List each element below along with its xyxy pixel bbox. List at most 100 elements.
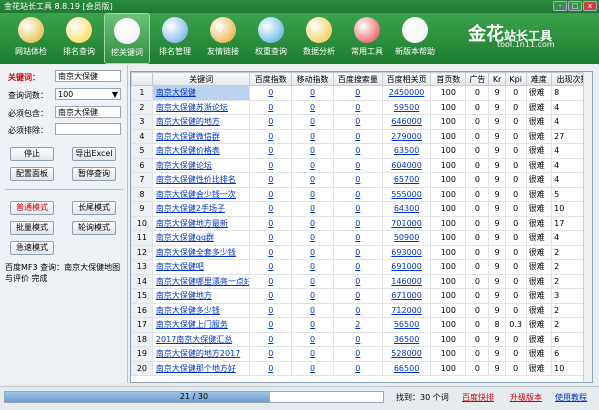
- column-header[interactable]: 百度相关页: [381, 72, 432, 86]
- metric-link[interactable]: 50900: [381, 230, 432, 246]
- keyword-link[interactable]: 南京大保健的地方2017: [151, 346, 251, 362]
- metric-link[interactable]: 0: [291, 201, 334, 217]
- metric-link[interactable]: 0: [249, 288, 293, 304]
- toolbar-button-2[interactable]: 排名查询: [56, 13, 102, 64]
- metric-link[interactable]: 0: [249, 215, 293, 231]
- tutorial-link[interactable]: 使用教程: [555, 392, 587, 403]
- metric-link[interactable]: 0: [291, 230, 334, 246]
- metric-link[interactable]: 0: [249, 244, 293, 260]
- metric-link[interactable]: 0: [291, 331, 334, 347]
- column-header[interactable]: Kpi: [504, 72, 527, 86]
- metric-link[interactable]: 0: [249, 114, 293, 130]
- toolbar-button-9[interactable]: 新版本帮助: [392, 13, 438, 64]
- metric-link[interactable]: 0: [332, 114, 383, 130]
- metric-link[interactable]: 59500: [381, 99, 432, 115]
- pause-button[interactable]: 暂停查询: [72, 167, 116, 181]
- table-row[interactable]: 4 南京大保健微信群 0 0 0 279000 100 0 9 0 很难 27: [131, 128, 592, 144]
- table-row[interactable]: 13 南京大保健吧 0 0 0 691000 100 0 9 0 很难 2: [131, 259, 592, 275]
- table-row[interactable]: 9 南京大保健2手场子 0 0 0 64300 100 0 9 0 很难 10: [131, 201, 592, 217]
- longtail-mode-button[interactable]: 长尾模式: [72, 201, 116, 215]
- toolbar-button-8[interactable]: 常用工具: [344, 13, 390, 64]
- keyword-link[interactable]: 南京大保健qq群: [151, 230, 251, 246]
- fast-mode-button[interactable]: 急速模式: [10, 241, 54, 255]
- keyword-link[interactable]: 南京大保健论坛: [151, 157, 251, 173]
- column-header[interactable]: 难度: [525, 72, 553, 86]
- column-header[interactable]: 移动指数: [291, 72, 334, 86]
- table-row[interactable]: 8 南京大保健会少钱一次 0 0 0 555000 100 0 9 0 很难 5: [131, 186, 592, 202]
- keyword-link[interactable]: 南京大保健上门服务: [151, 317, 251, 333]
- table-row[interactable]: 14 南京大保健哪里漂亮一点好 0 0 0 146000 100 0 9 0 很难 2: [131, 273, 592, 289]
- metric-link[interactable]: 0: [332, 302, 383, 318]
- metric-link[interactable]: 701000: [381, 215, 432, 231]
- metric-link[interactable]: 0: [291, 259, 334, 275]
- metric-link[interactable]: 0: [332, 259, 383, 275]
- metric-link[interactable]: 0: [249, 360, 293, 376]
- table-row[interactable]: 15 南京大保健地方 0 0 0 671000 100 0 9 0 很难 3: [131, 288, 592, 304]
- metric-link[interactable]: 0: [249, 143, 293, 159]
- toolbar-button-6[interactable]: 权重查询: [248, 13, 294, 64]
- count-select[interactable]: 100 ▼: [55, 88, 121, 100]
- metric-link[interactable]: 604000: [381, 157, 432, 173]
- table-row[interactable]: 20 南京大保健那个地方好 0 0 0 66500 100 0 9 0 很难 10: [131, 360, 592, 376]
- metric-link[interactable]: 0: [332, 346, 383, 362]
- metric-link[interactable]: 0: [332, 143, 383, 159]
- column-header[interactable]: 关键词: [151, 72, 251, 86]
- table-row[interactable]: 19 南京大保健的地方2017 0 0 0 528000 100 0 9 0 很难 6: [131, 346, 592, 362]
- metric-link[interactable]: 0: [291, 157, 334, 173]
- keyword-link[interactable]: 南京大保健性价比排名: [151, 172, 251, 188]
- metric-link[interactable]: 0: [249, 317, 293, 333]
- metric-link[interactable]: 0: [291, 317, 334, 333]
- exclude-input[interactable]: [55, 123, 121, 135]
- metric-link[interactable]: 0: [291, 302, 334, 318]
- table-row[interactable]: 18 2017南京大保健汇总 0 0 0 36500 100 0 9 0 很难 6: [131, 331, 592, 347]
- table-scrollbar[interactable]: [583, 72, 592, 382]
- metric-link[interactable]: 0: [249, 172, 293, 188]
- metric-link[interactable]: 0: [291, 244, 334, 260]
- metric-link[interactable]: 671000: [381, 288, 432, 304]
- metric-link[interactable]: 0: [291, 143, 334, 159]
- config-button[interactable]: 配置面板: [10, 167, 54, 181]
- column-header[interactable]: 百度指数: [249, 72, 293, 86]
- metric-link[interactable]: 66500: [381, 360, 432, 376]
- metric-link[interactable]: 0: [332, 331, 383, 347]
- metric-link[interactable]: 0: [291, 99, 334, 115]
- metric-link[interactable]: 0: [332, 172, 383, 188]
- keyword-link[interactable]: 南京大保健地方最新: [151, 215, 251, 231]
- upgrade-link[interactable]: 升级版本: [510, 392, 542, 403]
- maximize-button[interactable]: □: [568, 1, 582, 11]
- metric-link[interactable]: 0: [291, 186, 334, 202]
- column-header[interactable]: 百度搜索量: [332, 72, 383, 86]
- table-row[interactable]: 5 南京大保健价格表 0 0 0 63500 100 0 9 0 很难 4: [131, 143, 592, 159]
- metric-link[interactable]: 0: [291, 128, 334, 144]
- keyword-link[interactable]: 南京大保健苏浙论坛: [151, 99, 251, 115]
- toolbar-button-7[interactable]: 数据分析: [296, 13, 342, 64]
- metric-link[interactable]: 555000: [381, 186, 432, 202]
- column-header[interactable]: Kr: [488, 72, 506, 86]
- minimize-button[interactable]: -: [553, 1, 567, 11]
- table-row[interactable]: 6 南京大保健论坛 0 0 0 604000 100 0 9 0 很难 4: [131, 157, 592, 173]
- keyword-link[interactable]: 南京大保健多少钱: [151, 302, 251, 318]
- metric-link[interactable]: 0: [249, 259, 293, 275]
- metric-link[interactable]: 65700: [381, 172, 432, 188]
- metric-link[interactable]: 0: [249, 99, 293, 115]
- metric-link[interactable]: 0: [332, 186, 383, 202]
- metric-link[interactable]: 146000: [381, 273, 432, 289]
- table-row[interactable]: 2 南京大保健苏浙论坛 0 0 0 59500 100 0 9 0 很难 4: [131, 99, 592, 115]
- normal-mode-button[interactable]: 普通模式: [10, 201, 54, 215]
- column-header[interactable]: 首页数: [430, 72, 467, 86]
- toolbar-button-3[interactable]: 挖关键词: [104, 13, 150, 64]
- column-header[interactable]: 广告: [465, 72, 490, 86]
- close-button[interactable]: x: [583, 1, 597, 11]
- baidu-rank-link[interactable]: 百度快排: [462, 392, 494, 403]
- metric-link[interactable]: 0: [291, 288, 334, 304]
- metric-link[interactable]: 2450000: [381, 85, 432, 101]
- metric-link[interactable]: 0: [249, 230, 293, 246]
- metric-link[interactable]: 528000: [381, 346, 432, 362]
- table-row[interactable]: 11 南京大保健qq群 0 0 0 50900 100 0 9 0 很难 4: [131, 230, 592, 246]
- metric-link[interactable]: 0: [249, 302, 293, 318]
- metric-link[interactable]: 0: [332, 230, 383, 246]
- include-input[interactable]: 南京大保健: [55, 106, 121, 118]
- metric-link[interactable]: 0: [332, 201, 383, 217]
- table-row[interactable]: 16 南京大保健多少钱 0 0 0 712000 100 0 9 0 很难 2: [131, 302, 592, 318]
- metric-link[interactable]: 0: [291, 360, 334, 376]
